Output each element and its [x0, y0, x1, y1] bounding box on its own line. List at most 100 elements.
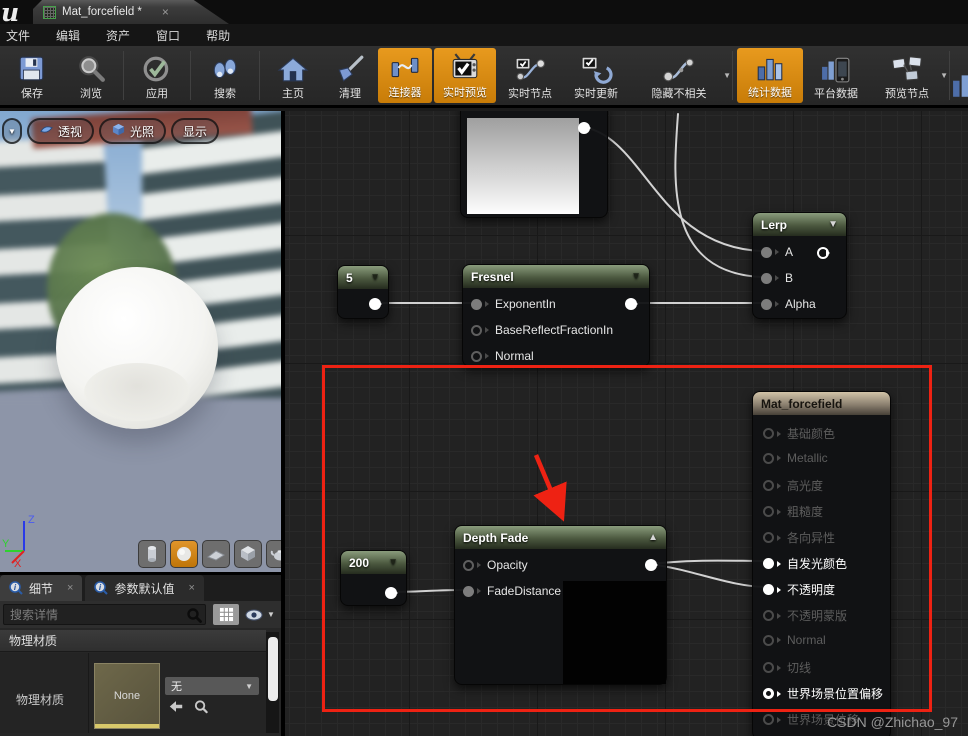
close-icon[interactable]: ×	[162, 5, 169, 19]
output-pin[interactable]	[625, 298, 638, 310]
graph-node-texture-sample-preview-node[interactable]	[460, 111, 608, 218]
graph-node-mat_forcefield[interactable]: Mat_forcefield 基础颜色 Metallic 高光度粗糙度各向异性自发光颜…	[752, 391, 891, 736]
chevron-down-icon: ▼	[267, 610, 275, 619]
toolbar-button-save[interactable]: 保存	[2, 47, 62, 104]
preview-shape-plane[interactable]	[202, 540, 230, 568]
material-pin-世界场景位置偏移[interactable]: 世界场景位置偏移	[763, 685, 883, 702]
node-header[interactable]: Lerp ▼	[753, 213, 846, 236]
material-pin-高光度[interactable]: 高光度	[763, 477, 823, 494]
material-pin-不透明蒙版[interactable]: 不透明蒙版	[763, 607, 847, 624]
graph-node-lerp[interactable]: Lerp ▼ A B Alpha	[752, 212, 847, 319]
toolbar-button-live-preview[interactable]: 实时预览	[434, 48, 496, 103]
chevron-down-icon[interactable]: ▼	[723, 71, 731, 80]
scrollbar-track[interactable]	[266, 632, 279, 733]
node-pin-row-ExponentIn[interactable]: ExponentIn	[463, 291, 649, 317]
node-header[interactable]: Mat_forcefield	[753, 392, 890, 415]
asset-tab[interactable]: Mat_forcefield * ×	[33, 0, 229, 24]
node-pin-row-BaseReflectFractionIn[interactable]: BaseReflectFractionIn	[463, 317, 649, 343]
menu-item-1[interactable]: 编辑	[56, 27, 80, 44]
material-pin-基础颜色[interactable]: 基础颜色	[763, 425, 835, 442]
toolbar-button-home[interactable]: 主页	[263, 47, 323, 104]
material-node-graph[interactable]: CSDN @Zhichao_97 5 ▼ Fresnel ▼ ExponentIn Bas…	[285, 111, 968, 736]
visibility-filter-button[interactable]: ▼	[244, 604, 280, 625]
graph-node-5[interactable]: 5 ▼	[337, 265, 389, 319]
close-icon[interactable]: ×	[67, 582, 73, 594]
toolbar-button-apply[interactable]: 应用	[127, 47, 187, 104]
browse-to-asset-icon[interactable]	[193, 699, 209, 714]
close-icon[interactable]: ×	[188, 582, 194, 594]
node-header[interactable]: 200 ▼	[341, 551, 406, 574]
material-pin-切线[interactable]: 切线	[763, 659, 811, 676]
svg-text:X: X	[14, 558, 22, 569]
graph-node-200[interactable]: 200 ▼	[340, 550, 407, 606]
toolbar-button-platform-stats[interactable]: 平台数据	[804, 47, 868, 104]
toolbar-button-label: 主页	[282, 88, 304, 100]
toolbar-button-stats[interactable]: 统计数据	[737, 48, 803, 103]
menu-item-4[interactable]: 帮助	[206, 27, 230, 44]
viewport-options-button[interactable]: ▼	[2, 118, 22, 144]
output-pin[interactable]	[369, 298, 382, 310]
viewport-button-透视[interactable]: 透视	[27, 118, 95, 144]
material-pin-Metallic[interactable]: Metallic	[763, 451, 828, 465]
collapse-icon[interactable]: ▲	[648, 532, 658, 543]
preview-shape-sphere[interactable]	[170, 540, 198, 568]
preview-shape-teapot[interactable]	[266, 540, 281, 568]
chevron-down-icon[interactable]: ▼	[940, 71, 948, 80]
physical-material-row: 物理材质 None 无 ▼	[0, 653, 266, 733]
graph-node-fresnel[interactable]: Fresnel ▼ ExponentIn BaseReflectFractionIn N…	[462, 264, 650, 367]
menu-item-3[interactable]: 窗口	[156, 27, 180, 44]
details-tab-0[interactable]: i 细节 ×	[0, 575, 83, 601]
toolbar-button-connector[interactable]: 连接器	[378, 48, 432, 103]
toolbar-button-search[interactable]: 搜索	[194, 47, 256, 104]
column-splitter[interactable]	[88, 653, 89, 733]
menu-item-2[interactable]: 资产	[106, 27, 130, 44]
output-pin[interactable]	[645, 559, 658, 571]
node-title: 200	[349, 555, 370, 570]
search-input[interactable]	[4, 607, 174, 622]
preview-viewport[interactable]: ▼ 透视 光照 显示 Z Y X	[0, 111, 281, 575]
toolbar-button-live-nodes[interactable]: 实时节点	[497, 47, 563, 104]
menu-item-0[interactable]: 文件	[6, 27, 30, 44]
graph-node-depth-fade[interactable]: Depth Fade ▲ Opacity FadeDistance	[454, 525, 667, 685]
details-tab-1[interactable]: i 参数默认值 ×	[85, 575, 204, 601]
scrollbar-thumb[interactable]	[267, 637, 278, 701]
collapse-icon[interactable]: ▼	[631, 271, 641, 282]
physical-material-thumbnail[interactable]: None	[94, 663, 160, 729]
node-header[interactable]: Depth Fade ▲	[455, 526, 666, 549]
node-pin-row-Normal[interactable]: Normal	[463, 343, 649, 369]
output-pin[interactable]	[817, 247, 830, 259]
collapse-icon[interactable]: ▼	[388, 557, 398, 568]
toolbar-button-clean[interactable]: 清理	[323, 47, 377, 104]
material-pin-不透明度[interactable]: 不透明度	[763, 581, 835, 598]
material-pin-Normal[interactable]: Normal	[763, 633, 826, 647]
material-pin-各向异性[interactable]: 各向异性	[763, 529, 835, 546]
viewport-button-显示[interactable]: 显示	[171, 118, 220, 144]
toolbar-button-partial[interactable]	[953, 47, 968, 104]
node-header[interactable]: Fresnel ▼	[463, 265, 649, 288]
details-panel: i细节×i参数默认值× ▼ 物理材质	[0, 575, 281, 733]
node-pin-row-B[interactable]: B	[753, 265, 846, 291]
toolbar-button-browse[interactable]: 浏览	[62, 47, 120, 104]
toolbar-button-label: 搜索	[214, 88, 236, 100]
material-pin-粗糙度[interactable]: 粗糙度	[763, 503, 823, 520]
toolbar-button-hide-unrelated[interactable]: 隐藏不相关 ▼	[629, 47, 731, 104]
view-options-grid-button[interactable]	[213, 604, 239, 625]
output-pin[interactable]	[385, 587, 398, 599]
toolbar-button-live-update[interactable]: 实时更新	[563, 47, 629, 104]
node-header[interactable]: 5 ▼	[338, 266, 388, 289]
node-pin-row-A[interactable]: A	[753, 239, 846, 265]
node-pin-row-Alpha[interactable]: Alpha	[753, 291, 846, 317]
output-pin[interactable]	[578, 122, 591, 134]
physical-material-dropdown[interactable]: 无 ▼	[165, 677, 259, 695]
collapse-icon[interactable]: ▼	[370, 272, 380, 283]
viewport-button-光照[interactable]: 光照	[99, 118, 167, 144]
toolbar-button-preview-node[interactable]: 预览节点 ▼	[868, 47, 948, 104]
use-selected-arrow-icon[interactable]	[168, 699, 184, 714]
collapse-icon[interactable]: ▼	[828, 219, 838, 230]
live-update-icon	[579, 54, 613, 84]
preview-shape-cube[interactable]	[234, 540, 262, 568]
category-header[interactable]: 物理材质	[0, 630, 266, 652]
node-pin-row-Opacity[interactable]: Opacity	[455, 552, 666, 578]
material-pin-自发光颜色[interactable]: 自发光颜色	[763, 555, 847, 572]
preview-shape-cylinder[interactable]	[138, 540, 166, 568]
